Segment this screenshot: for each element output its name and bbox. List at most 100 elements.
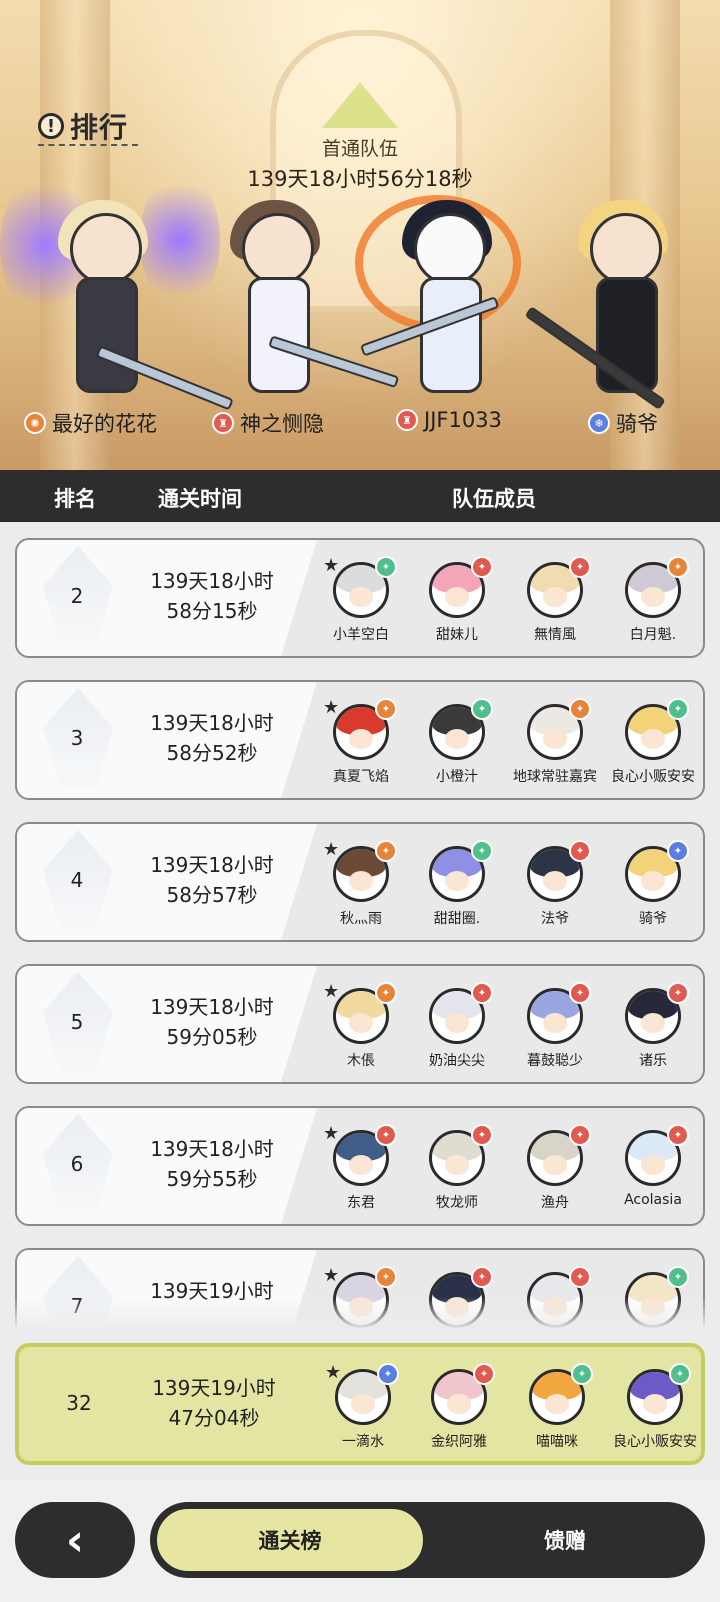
team-member[interactable]: ✦ 甜甜圈. (409, 840, 505, 938)
own-rank-row[interactable]: 32 139天19小时 47分04秒 ★ ✦ 一滴水 ✦ 金织阿雅 ✦ 喵喵咪 ✦ 良心小贩安安 (15, 1343, 705, 1465)
ranking-list[interactable]: 2 139天18小时 58分15秒 ★ ✦ 小羊空白 ✦ 甜妹儿 ✦ 無情風 ✦ 白月魁. 3 139天1… (0, 522, 720, 1330)
list-fade (0, 1297, 720, 1330)
element-badge-icon: ✦ (569, 982, 591, 1004)
clear-time-line1: 139天18小时 (150, 1137, 274, 1161)
team-member[interactable]: ✦ 诸乐 (605, 982, 701, 1080)
clear-time: 139天18小时 58分57秒 (127, 850, 297, 910)
clear-time-line2: 59分55秒 (166, 1167, 258, 1191)
team-member[interactable]: ✦ 暮鼓聪少 (507, 982, 603, 1080)
member-name: 金织阿雅 (431, 1434, 487, 1450)
ranking-row[interactable]: 3 139天18小时 58分52秒 ★ ✦ 真夏飞焰 ✦ 小橙汁 ✦ 地球常驻嘉宾 ✦ 良心小贩安安 (15, 680, 705, 800)
member-name: 骑爷 (639, 911, 667, 927)
hero-name-3: ♜ JJF1033 (396, 408, 502, 432)
team-member[interactable]: ✦ 喵喵咪 (509, 1363, 605, 1461)
clear-time-line2: 47分04秒 (168, 1406, 260, 1430)
ranking-row[interactable]: 4 139天18小时 58分57秒 ★ ✦ 秋灬雨 ✦ 甜甜圈. ✦ 法爷 ✦ 骑爷 (15, 822, 705, 942)
hero-banner: ! 排行 首通队伍 139天18小时56分18秒 ✺ 最好的花花 ♜ 神之恻隐 … (0, 0, 720, 470)
team-member[interactable]: ✦ 地球常驻嘉宾 (507, 698, 603, 796)
rank-number: 6 (70, 1152, 84, 1176)
member-name: 真夏飞焰 (333, 769, 389, 785)
avatar-face (641, 1155, 665, 1175)
ranking-row[interactable]: 5 139天18小时 59分05秒 ★ ✦ 木倀 ✦ 奶油尖尖 ✦ 暮鼓聪少 ✦ 诸乐 (15, 964, 705, 1084)
rank-number: 5 (70, 1010, 84, 1034)
header-members: 队伍成员 (452, 487, 536, 511)
member-name: 白月魁. (629, 627, 677, 643)
clear-time: 139天18小时 59分05秒 (127, 992, 297, 1052)
element-badge-icon: ✦ (471, 1124, 493, 1146)
element-badge-icon: ✦ (375, 982, 397, 1004)
element-badge-icon: ✦ (569, 1266, 591, 1288)
element-badge-icon: ✦ (375, 1124, 397, 1146)
element-badge-icon: ✦ (669, 1363, 691, 1385)
back-button[interactable]: ‹ (15, 1502, 135, 1578)
avatar-face (445, 587, 469, 607)
member-name: 木倀 (347, 1053, 375, 1069)
hero-name-4: ❄ 骑爷 (588, 408, 658, 438)
member-name: 牧龙师 (436, 1195, 478, 1211)
hero-character-4[interactable] (524, 195, 698, 415)
clear-time-line1: 139天19小时 (152, 1376, 276, 1400)
team-member[interactable]: ✦ 牧龙师 (409, 1124, 505, 1222)
hero-character-1[interactable] (28, 195, 234, 415)
element-badge-icon: ✦ (471, 556, 493, 578)
rank-number: 4 (70, 868, 84, 892)
team-member[interactable]: ★ ✦ 东君 (313, 1124, 409, 1222)
avatar-face (349, 1013, 373, 1033)
element-badge-icon: ✦ (375, 840, 397, 862)
team-member[interactable]: ★ ✦ 一滴水 (315, 1363, 411, 1461)
team-member[interactable]: ★ ✦ 真夏飞焰 (313, 698, 409, 796)
rank-number: 2 (70, 584, 84, 608)
member-name: 奶油尖尖 (429, 1053, 485, 1069)
team-member[interactable]: ✦ 金织阿雅 (411, 1363, 507, 1461)
element-icon: ✺ (24, 412, 46, 434)
member-name: 小羊空白 (333, 627, 389, 643)
team-member[interactable]: ★ ✦ 秋灬雨 (313, 840, 409, 938)
hero-character-2[interactable] (200, 195, 400, 415)
table-header: 排名 通关时间 队伍成员 (0, 470, 720, 522)
team-member[interactable]: ✦ 骑爷 (605, 840, 701, 938)
team-member[interactable]: ✦ 法爷 (507, 840, 603, 938)
first-clear-time: 139天18小时56分18秒 (247, 167, 473, 191)
team-member[interactable]: ✦ 白月魁. (605, 556, 701, 654)
clear-time: 139天18小时 58分15秒 (127, 566, 297, 626)
team-member[interactable]: ✦ 無情風 (507, 556, 603, 654)
avatar-face (641, 1013, 665, 1033)
element-badge-icon: ✦ (569, 840, 591, 862)
tab-gifts[interactable]: 馈赠 (430, 1506, 700, 1574)
clear-time: 139天19小时 47分04秒 (129, 1373, 299, 1433)
team-member[interactable]: ✦ 渔舟 (507, 1124, 603, 1222)
member-name: 喵喵咪 (536, 1434, 578, 1450)
member-name: 东君 (347, 1195, 375, 1211)
element-badge-icon: ✦ (569, 556, 591, 578)
hero-character-3[interactable] (359, 195, 522, 415)
element-badge-icon: ✦ (471, 1266, 493, 1288)
avatar-face (349, 729, 373, 749)
element-badge-icon: ✦ (571, 1363, 593, 1385)
element-badge-icon: ✦ (569, 1124, 591, 1146)
clear-time-line2: 58分52秒 (166, 741, 258, 765)
clear-time-line2: 58分15秒 (166, 599, 258, 623)
ranking-row[interactable]: 2 139天18小时 58分15秒 ★ ✦ 小羊空白 ✦ 甜妹儿 ✦ 無情風 ✦ 白月魁. (15, 538, 705, 658)
team-member[interactable]: ★ ✦ 小羊空白 (313, 556, 409, 654)
team-member[interactable]: ✦ 良心小贩安安 (607, 1363, 701, 1461)
tab-bar: 通关榜 馈赠 (150, 1502, 705, 1578)
avatar-face (543, 587, 567, 607)
avatar-face (543, 871, 567, 891)
team-member[interactable]: ✦ 良心小贩安安 (605, 698, 701, 796)
member-name: 甜妹儿 (436, 627, 478, 643)
member-name: Acolasia (624, 1192, 682, 1208)
team-member[interactable]: ✦ 奶油尖尖 (409, 982, 505, 1080)
ranking-row[interactable]: 6 139天18小时 59分55秒 ★ ✦ 东君 ✦ 牧龙师 ✦ 渔舟 ✦ Acolasia (15, 1106, 705, 1226)
team-member[interactable]: ✦ Acolasia (605, 1124, 701, 1222)
tab-clear-ranking[interactable]: 通关榜 (154, 1506, 426, 1574)
avatar-face (543, 729, 567, 749)
crown-icon (322, 82, 398, 128)
team-member[interactable]: ★ ✦ 木倀 (313, 982, 409, 1080)
element-badge-icon: ✦ (667, 698, 689, 720)
avatar-face (349, 587, 373, 607)
header-time: 通关时间 (158, 487, 242, 511)
hero-name-2: ♜ 神之恻隐 (212, 408, 324, 438)
team-member[interactable]: ✦ 小橙汁 (409, 698, 505, 796)
element-icon: ♜ (212, 412, 234, 434)
team-member[interactable]: ✦ 甜妹儿 (409, 556, 505, 654)
